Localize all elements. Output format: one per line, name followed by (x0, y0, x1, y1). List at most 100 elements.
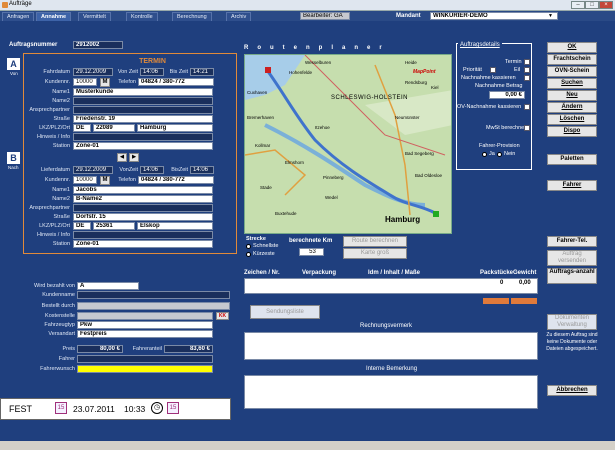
mwst-checkbox[interactable] (524, 125, 530, 131)
fahrzeug-select[interactable]: Pkw (77, 321, 213, 329)
ov-nachnahme-checkbox[interactable] (524, 104, 530, 110)
ok-button[interactable]: OK (547, 42, 597, 53)
abbrechen-button[interactable]: Abbrechen (547, 385, 597, 396)
pickup-letter: A (7, 58, 20, 70)
calendar-today-icon[interactable]: 15 (167, 402, 179, 414)
chevron-down-icon[interactable]: ▼ (548, 13, 553, 19)
delete-row-marker[interactable] (511, 298, 537, 304)
hinweis-field[interactable] (73, 133, 213, 141)
d-station-label: Station (52, 241, 70, 247)
auftrag-versenden-button[interactable]: Auftrag versenden (547, 250, 597, 266)
mandant-select[interactable]: WINKURIER-DEMO (430, 12, 558, 20)
calendar-icon[interactable]: 15 (55, 402, 67, 414)
route-map[interactable]: Heide Wesselburen Hohenfelde Itzehoe Elm… (244, 54, 452, 234)
termin-checkbox[interactable] (524, 59, 530, 65)
dispo-button[interactable]: Dispo (547, 126, 597, 137)
ovn-schein-button[interactable]: OVN-Schein (547, 66, 597, 77)
auftragsanzahl-button[interactable]: Auftrags-anzahl (547, 268, 597, 284)
d-lkz-label: LKZ/PLZ/Ort (39, 223, 70, 229)
paletten-button[interactable]: Paletten (547, 154, 597, 165)
suchen-button[interactable]: Suchen (547, 78, 597, 89)
d-biszeit-field[interactable]: 14:06 (190, 166, 214, 174)
next-button[interactable]: ▶ (129, 153, 139, 162)
radio-ja[interactable] (482, 152, 487, 157)
lkz-field[interactable]: DE (73, 124, 91, 132)
radio-kuerzeste[interactable] (246, 252, 251, 257)
wird-select[interactable]: A (77, 282, 139, 290)
tab-annahme[interactable]: Annahme (36, 12, 72, 21)
kunden-m-button[interactable]: M (100, 78, 110, 87)
d-plz-field[interactable]: 25361 (93, 222, 135, 230)
add-row-marker[interactable] (483, 298, 509, 304)
prioritaet-checkbox[interactable] (490, 67, 496, 73)
route-berechnen-button[interactable]: Route berechnen (343, 236, 407, 247)
d-kunden-field[interactable]: 10000 (73, 176, 97, 184)
name1-field[interactable]: Musterkunde (73, 88, 213, 96)
bestellt-select[interactable] (77, 302, 230, 310)
name2-field[interactable] (73, 97, 213, 105)
station-select[interactable]: Zone-01 (73, 142, 213, 150)
tab-archiv[interactable]: Archiv (226, 12, 252, 21)
frachtschein-button[interactable]: Frachtschein (547, 54, 597, 65)
goods-table[interactable] (244, 278, 538, 294)
sendungsliste-button[interactable]: Sendungsliste (250, 305, 320, 319)
d-name1-field[interactable]: Jacobs (73, 186, 213, 194)
eil-checkbox[interactable] (524, 67, 530, 73)
d-kunden-m-button[interactable]: M (100, 176, 110, 185)
andern-button[interactable]: Ändern (547, 102, 597, 113)
kostenstelle-select[interactable] (77, 312, 213, 320)
fahrer-button[interactable]: Fahrer (547, 180, 597, 191)
d-lkz-field[interactable]: DE (73, 222, 91, 230)
auftragsnummer-field[interactable]: 2912002 (73, 41, 123, 49)
d-hinweis-label: Hinweis / Info (36, 232, 70, 238)
d-name2-field[interactable]: B-Name2 (73, 195, 213, 203)
d-ansprech-field[interactable] (73, 204, 213, 212)
ort-field[interactable]: Hamburg (137, 124, 213, 132)
versand-select[interactable]: Festpreis (77, 330, 213, 338)
interne-bemerkung-field[interactable] (244, 375, 538, 409)
prev-button[interactable]: ◀ (117, 153, 127, 162)
biszeit-field[interactable]: 14:21 (190, 68, 214, 76)
fahrdatum-field[interactable]: 29.12.2009 (73, 68, 113, 76)
tab-vermittelt[interactable]: Vermittelt (78, 12, 111, 21)
fahrer-tel-button[interactable]: Fahrer-Tel. (547, 236, 597, 247)
nachnahme-label: Nachnahme kassieren (461, 75, 516, 81)
telefon-field[interactable]: 04824 / 380-772 (138, 78, 214, 86)
strasse-field[interactable]: Friedenstr. 19 (73, 115, 213, 123)
fahreranteil-field[interactable]: 83,60 € (164, 345, 213, 353)
rechnungsvermerk-field[interactable] (244, 332, 538, 360)
fahrerwunsch-field[interactable] (77, 365, 213, 373)
d-vonzeit-field[interactable]: 14:06 (140, 166, 164, 174)
close-button[interactable]: × (599, 1, 613, 9)
plz-field[interactable]: 22089 (93, 124, 135, 132)
preis-field[interactable]: 80,00 € (77, 345, 123, 353)
dokumenten-button[interactable]: Dokumenten Verwaltung (547, 314, 597, 330)
d-station-select[interactable]: Zone-01 (73, 240, 213, 248)
radio-nein[interactable] (497, 152, 502, 157)
vonzeit-field[interactable]: 14:06 (140, 68, 164, 76)
nachnahme-betrag-field[interactable]: 0,00 € (489, 91, 525, 99)
tab-kontrolle[interactable]: Kontrolle (126, 12, 158, 21)
clock-icon[interactable]: ◷ (151, 402, 163, 414)
radio-schnellste[interactable] (246, 244, 251, 249)
km-field[interactable]: 53 (299, 248, 324, 256)
nachnahme-checkbox[interactable] (524, 75, 530, 81)
neu-button[interactable]: Neu (547, 90, 597, 101)
tab-anfragen[interactable]: Anfragen (2, 12, 35, 21)
d-hinweis-field[interactable] (73, 231, 213, 239)
karte-gross-button[interactable]: Karte groß (343, 248, 407, 259)
kk-button[interactable]: KK (216, 312, 229, 320)
maximize-button[interactable]: □ (585, 1, 599, 9)
ansprech-field[interactable] (73, 106, 213, 114)
fahrer-field[interactable] (77, 355, 213, 363)
delivery-letter: B (7, 152, 20, 164)
d-strasse-field[interactable]: Dorfstr. 15 (73, 213, 213, 221)
minimize-button[interactable]: – (571, 1, 585, 9)
tab-berechnung[interactable]: Berechnung (172, 12, 212, 21)
kundenname-field[interactable] (77, 291, 230, 299)
d-ort-field[interactable]: Elskop (137, 222, 213, 230)
d-telefon-field[interactable]: 04824 / 380-772 (138, 176, 214, 184)
lieferdatum-field[interactable]: 29.12.2009 (73, 166, 113, 174)
kunden-field[interactable]: 10000 (73, 78, 97, 86)
loeschen-button[interactable]: Löschen (547, 114, 597, 125)
